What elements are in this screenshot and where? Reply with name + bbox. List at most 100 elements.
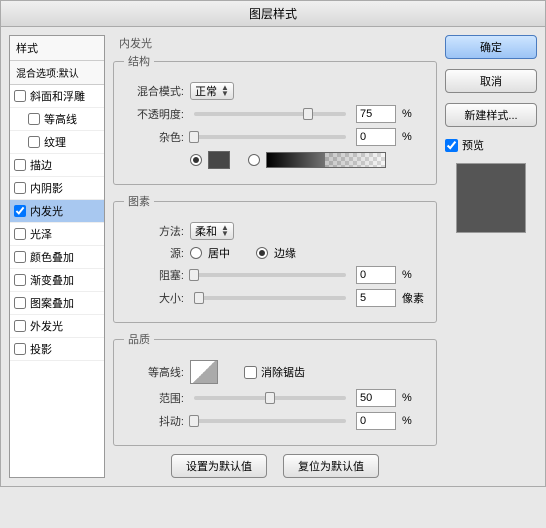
- preview-checkbox[interactable]: 预览: [445, 137, 537, 153]
- updown-icon: ▲▼: [221, 225, 229, 237]
- sidebar-item-label: 投影: [30, 341, 52, 357]
- range-input[interactable]: [356, 389, 396, 407]
- choke-input[interactable]: [356, 266, 396, 284]
- styles-sidebar: 样式 混合选项:默认 斜面和浮雕等高线纹理描边内阴影内发光光泽颜色叠加渐变叠加图…: [9, 35, 105, 478]
- color-swatch[interactable]: [208, 151, 230, 169]
- noise-slider[interactable]: [194, 135, 346, 139]
- source-edge-radio[interactable]: [256, 247, 268, 259]
- sidebar-item-checkbox[interactable]: [14, 159, 26, 171]
- sidebar-item-label: 描边: [30, 157, 52, 173]
- jitter-input[interactable]: [356, 412, 396, 430]
- method-select[interactable]: 柔和 ▲▼: [190, 222, 234, 240]
- sidebar-item-checkbox[interactable]: [14, 90, 26, 102]
- range-label: 范围:: [124, 390, 184, 406]
- gradient-radio[interactable]: [248, 154, 260, 166]
- jitter-unit: %: [402, 415, 426, 427]
- blend-mode-label: 混合模式:: [124, 83, 184, 99]
- sidebar-item-checkbox[interactable]: [14, 251, 26, 263]
- sidebar-header[interactable]: 样式: [10, 36, 104, 61]
- sidebar-item-label: 颜色叠加: [30, 249, 74, 265]
- sidebar-item-checkbox[interactable]: [14, 297, 26, 309]
- quality-legend: 品质: [124, 331, 154, 347]
- antialias-checkbox[interactable]: 消除锯齿: [244, 364, 305, 380]
- preview-label: 预览: [462, 137, 484, 153]
- contour-label: 等高线:: [124, 364, 184, 380]
- sidebar-item-1[interactable]: 等高线: [10, 108, 104, 131]
- sidebar-item-10[interactable]: 外发光: [10, 315, 104, 338]
- sidebar-item-label: 外发光: [30, 318, 63, 334]
- sidebar-item-checkbox[interactable]: [28, 113, 40, 125]
- layer-style-dialog: 图层样式 样式 混合选项:默认 斜面和浮雕等高线纹理描边内阴影内发光光泽颜色叠加…: [0, 0, 546, 487]
- sidebar-item-3[interactable]: 描边: [10, 154, 104, 177]
- set-default-button[interactable]: 设置为默认值: [171, 454, 267, 478]
- panel-title: 内发光: [113, 35, 437, 51]
- new-style-button[interactable]: 新建样式...: [445, 103, 537, 127]
- size-input[interactable]: [356, 289, 396, 307]
- sidebar-item-label: 内发光: [30, 203, 63, 219]
- sidebar-item-label: 渐变叠加: [30, 272, 74, 288]
- sidebar-item-0[interactable]: 斜面和浮雕: [10, 85, 104, 108]
- sidebar-item-checkbox[interactable]: [14, 182, 26, 194]
- sidebar-item-checkbox[interactable]: [14, 320, 26, 332]
- sidebar-item-6[interactable]: 光泽: [10, 223, 104, 246]
- sidebar-item-5[interactable]: 内发光: [10, 200, 104, 223]
- contour-picker[interactable]: [190, 360, 218, 384]
- sidebar-item-label: 内阴影: [30, 180, 63, 196]
- opacity-slider[interactable]: [194, 112, 346, 116]
- gradient-picker[interactable]: [266, 152, 386, 168]
- size-label: 大小:: [124, 290, 184, 306]
- source-center-label: 居中: [208, 245, 230, 261]
- updown-icon: ▲▼: [221, 85, 229, 97]
- range-slider[interactable]: [194, 396, 346, 400]
- choke-label: 阻塞:: [124, 267, 184, 283]
- sidebar-item-label: 等高线: [44, 111, 77, 127]
- jitter-slider[interactable]: [194, 419, 346, 423]
- ok-button[interactable]: 确定: [445, 35, 537, 59]
- cancel-button[interactable]: 取消: [445, 69, 537, 93]
- jitter-label: 抖动:: [124, 413, 184, 429]
- color-radio[interactable]: [190, 154, 202, 166]
- method-value: 柔和: [195, 223, 217, 239]
- sidebar-item-label: 图案叠加: [30, 295, 74, 311]
- size-slider[interactable]: [194, 296, 346, 300]
- right-panel: 确定 取消 新建样式... 预览: [445, 35, 537, 478]
- source-center-radio[interactable]: [190, 247, 202, 259]
- noise-unit: %: [402, 131, 426, 143]
- sidebar-item-label: 斜面和浮雕: [30, 88, 85, 104]
- sidebar-item-4[interactable]: 内阴影: [10, 177, 104, 200]
- sidebar-blending-options[interactable]: 混合选项:默认: [10, 61, 104, 85]
- source-label: 源:: [124, 245, 184, 261]
- size-unit: 像素: [402, 290, 426, 306]
- sidebar-item-checkbox[interactable]: [14, 274, 26, 286]
- sidebar-item-7[interactable]: 颜色叠加: [10, 246, 104, 269]
- noise-input[interactable]: [356, 128, 396, 146]
- structure-group: 结构 混合模式: 正常 ▲▼ 不透明度: % 杂色:: [113, 53, 437, 185]
- opacity-unit: %: [402, 108, 426, 120]
- inner-glow-panel: 内发光 结构 混合模式: 正常 ▲▼ 不透明度: % 杂色:: [113, 35, 437, 478]
- structure-legend: 结构: [124, 53, 154, 69]
- choke-slider[interactable]: [194, 273, 346, 277]
- method-label: 方法:: [124, 223, 184, 239]
- blend-mode-value: 正常: [195, 83, 217, 99]
- sidebar-item-11[interactable]: 投影: [10, 338, 104, 361]
- sidebar-item-label: 光泽: [30, 226, 52, 242]
- sidebar-item-9[interactable]: 图案叠加: [10, 292, 104, 315]
- antialias-label: 消除锯齿: [261, 364, 305, 380]
- sidebar-item-checkbox[interactable]: [14, 343, 26, 355]
- dialog-title: 图层样式: [1, 1, 545, 27]
- quality-group: 品质 等高线: 消除锯齿 范围: % 抖动:: [113, 331, 437, 446]
- elements-legend: 图素: [124, 193, 154, 209]
- sidebar-item-label: 纹理: [44, 134, 66, 150]
- opacity-input[interactable]: [356, 105, 396, 123]
- sidebar-item-checkbox[interactable]: [14, 228, 26, 240]
- elements-group: 图素 方法: 柔和 ▲▼ 源: 居中 边缘 阻塞:: [113, 193, 437, 323]
- blend-mode-select[interactable]: 正常 ▲▼: [190, 82, 234, 100]
- sidebar-item-checkbox[interactable]: [14, 205, 26, 217]
- sidebar-item-8[interactable]: 渐变叠加: [10, 269, 104, 292]
- noise-label: 杂色:: [124, 129, 184, 145]
- source-edge-label: 边缘: [274, 245, 296, 261]
- sidebar-item-checkbox[interactable]: [28, 136, 40, 148]
- sidebar-item-2[interactable]: 纹理: [10, 131, 104, 154]
- reset-default-button[interactable]: 复位为默认值: [283, 454, 379, 478]
- choke-unit: %: [402, 269, 426, 281]
